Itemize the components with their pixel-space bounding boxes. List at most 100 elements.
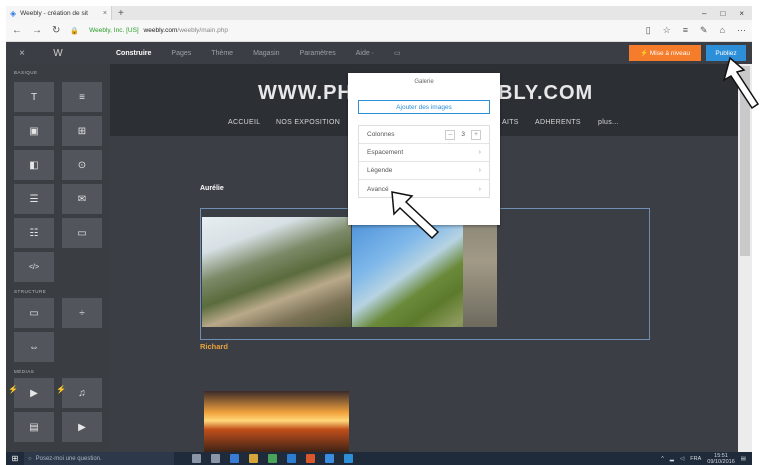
edge-icon[interactable] <box>230 454 239 463</box>
audio-tool[interactable]: ⚡ ♫ <box>56 378 102 408</box>
section-label-basic: BASIQUE <box>14 70 38 75</box>
tab-title: Weebly - création de sit <box>20 9 88 17</box>
title-icon: T <box>30 91 38 103</box>
address-bar: ← → ↻ 🔒 Weebly, Inc. [US] weebly.com/wee… <box>6 20 752 42</box>
favorite-star-icon[interactable]: ☆ <box>663 25 671 36</box>
mail-icon[interactable] <box>325 454 334 463</box>
weebly-logo-icon[interactable]: W <box>38 48 78 59</box>
survey-tool[interactable]: ☷ <box>14 218 54 248</box>
cortana-search[interactable]: ○ Posez-moi une question. <box>24 452 174 465</box>
device-preview-icon[interactable]: ▭ <box>394 49 401 57</box>
map-tool[interactable]: ⊙ <box>62 150 102 180</box>
start-button[interactable]: ⊞ <box>6 454 24 463</box>
gallery-image-trail[interactable] <box>202 217 351 327</box>
new-tab-button[interactable]: + <box>118 8 124 19</box>
chevron-right-icon: › <box>478 185 481 193</box>
image-sunset[interactable] <box>204 391 349 452</box>
elements-sidebar: BASIQUE T ≡ ▣ ⊞ ◧ ⊙ ☰ ✉ ☷ ▭ </> STRUCTUR… <box>6 64 110 452</box>
url-field[interactable]: Weebly, Inc. [US] weebly.com/weebly/main… <box>89 27 228 34</box>
editor-topbar: × W Construire Pages Thème Magasin Param… <box>6 42 752 64</box>
url-path: /weebly/main.php <box>177 27 228 34</box>
embed-code-tool[interactable]: </> <box>14 252 54 282</box>
spacer-icon: ⇔ <box>29 341 39 353</box>
section-tool[interactable]: ▭ <box>14 298 54 328</box>
minimize-button[interactable]: – <box>702 9 706 18</box>
notifications-icon[interactable]: ▤ <box>741 456 746 462</box>
chrome-icon[interactable] <box>306 454 315 463</box>
site-nav-more[interactable]: plus... <box>598 119 619 126</box>
share-icon[interactable]: ⌂ <box>720 25 725 36</box>
section-label-media: MÉDIAS <box>14 369 35 374</box>
email-tool[interactable]: ✉ <box>62 184 102 214</box>
app-icon[interactable] <box>344 454 353 463</box>
site-title-right[interactable]: BLY.COM <box>498 82 593 105</box>
rock-face <box>463 217 497 327</box>
clock[interactable]: 15:51 09/10/2016 <box>707 453 735 465</box>
maximize-button[interactable]: □ <box>720 9 725 18</box>
site-nav-accueil[interactable]: ACCUEIL <box>228 119 260 126</box>
embed-code-icon: </> <box>28 263 40 271</box>
reading-view-icon[interactable]: ▯ <box>646 25 651 36</box>
option-columns-label: Colonnes <box>367 131 395 138</box>
network-icon[interactable]: ▂ <box>670 456 674 462</box>
site-nav-portraits[interactable]: AITS <box>502 119 519 126</box>
section-icon: ▭ <box>29 307 39 319</box>
caption-richard[interactable]: Richard <box>200 342 228 351</box>
youtube-tool[interactable]: ▶ <box>62 412 102 442</box>
volume-icon[interactable]: ◁ <box>680 456 684 462</box>
mic-icon[interactable] <box>192 454 201 463</box>
search-placeholder: Posez-moi une question. <box>35 455 102 462</box>
spacer-tool[interactable]: ⇔ <box>14 332 54 362</box>
explorer-icon[interactable] <box>249 454 258 463</box>
chevron-up-icon[interactable]: ^ <box>661 456 664 462</box>
add-images-button[interactable]: Ajouter des images <box>358 100 490 114</box>
image-tool[interactable]: ▣ <box>14 116 54 146</box>
popup-title: Galerie <box>414 79 434 85</box>
canvas-scrollbar[interactable] <box>738 64 752 452</box>
form-tool[interactable]: ☰ <box>14 184 54 214</box>
option-caption[interactable]: Légende › <box>359 162 489 180</box>
language-indicator[interactable]: FRA <box>690 456 701 462</box>
button-tool[interactable]: ▭ <box>62 218 102 248</box>
annotation-arrow-publish-icon <box>722 56 760 110</box>
browser-toolbar: ▯ ☆ ≡ ✎ ⌂ ⋯ <box>646 25 746 36</box>
site-nav-expositions[interactable]: NOS EXPOSITION <box>276 119 340 126</box>
tab-aide[interactable]: Aide · <box>356 50 374 57</box>
back-button[interactable]: ← <box>12 25 22 36</box>
web-note-icon[interactable]: ✎ <box>700 25 708 36</box>
option-spacing[interactable]: Espacement › <box>359 144 489 162</box>
columns-decrease-button[interactable]: – <box>445 129 456 140</box>
document-tool[interactable]: ▤ <box>14 412 54 442</box>
browser-tab[interactable]: ◈ Weebly - création de sit × <box>6 6 112 20</box>
divider-tool[interactable]: ÷ <box>62 298 102 328</box>
gallery-tool[interactable]: ⊞ <box>62 116 102 146</box>
site-title-left[interactable]: WWW.PH <box>258 82 353 105</box>
upgrade-button[interactable]: ⚡ Mise à niveau <box>629 45 701 61</box>
system-tray: ^ ▂ ◁ FRA 15:51 09/10/2016 ▤ <box>661 453 752 465</box>
forward-button[interactable]: → <box>32 25 42 36</box>
skype-icon[interactable] <box>287 454 296 463</box>
slideshow-tool[interactable]: ◧ <box>14 150 54 180</box>
close-window-button[interactable]: × <box>739 9 744 18</box>
tab-construire[interactable]: Construire <box>116 50 151 57</box>
tab-magasin[interactable]: Magasin <box>253 50 279 57</box>
title-tool[interactable]: T <box>14 82 54 112</box>
tab-parametres[interactable]: Paramètres <box>300 50 336 57</box>
youtube-icon: ▶ <box>78 421 86 433</box>
tab-theme[interactable]: Thème <box>211 50 233 57</box>
taskbar-apps <box>192 454 353 463</box>
caption-aurelie[interactable]: Aurélie <box>200 185 224 192</box>
tab-close-icon[interactable]: × <box>103 10 107 17</box>
button-icon: ▭ <box>77 227 87 239</box>
site-nav-adherents[interactable]: ADHERENTS <box>535 119 581 126</box>
refresh-button[interactable]: ↻ <box>52 25 60 36</box>
hd-video-tool[interactable]: ⚡ ▶ <box>8 378 54 408</box>
close-editor-icon[interactable]: × <box>6 48 38 59</box>
more-icon[interactable]: ⋯ <box>737 25 746 36</box>
store-icon[interactable] <box>268 454 277 463</box>
text-tool[interactable]: ≡ <box>62 82 102 112</box>
hub-icon[interactable]: ≡ <box>683 25 688 36</box>
task-view-icon[interactable] <box>211 454 220 463</box>
columns-increase-button[interactable]: + <box>471 129 481 140</box>
tab-pages[interactable]: Pages <box>171 50 191 57</box>
